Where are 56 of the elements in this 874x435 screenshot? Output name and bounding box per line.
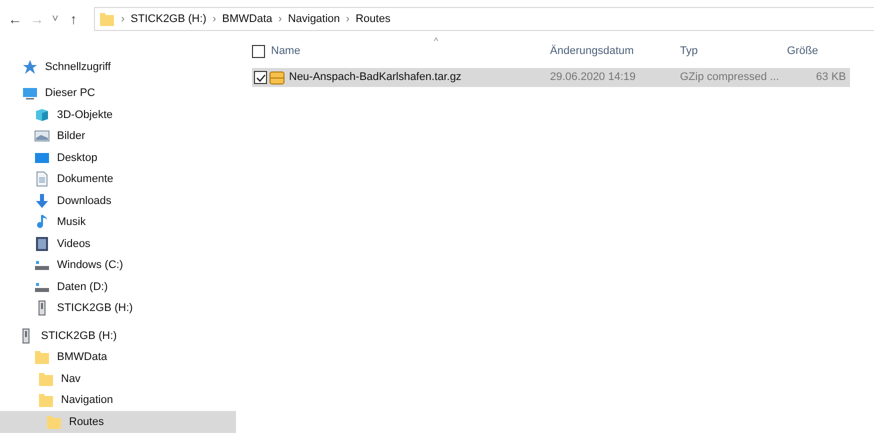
file-date: 29.06.2020 14:19 bbox=[550, 70, 637, 86]
nav-item[interactable]: Videos bbox=[0, 233, 236, 254]
nav-item[interactable]: Downloads bbox=[0, 190, 236, 212]
archive-icon bbox=[269, 70, 285, 86]
column-header[interactable]: Name bbox=[271, 42, 300, 60]
column-header[interactable]: Typ bbox=[680, 42, 787, 60]
nav-item[interactable]: Dokumente bbox=[0, 168, 236, 190]
nav-item[interactable]: STICK2GB (H:) bbox=[0, 298, 236, 319]
monitor-icon bbox=[22, 85, 38, 102]
star-icon bbox=[22, 58, 38, 75]
nav-item[interactable]: Bilder bbox=[0, 126, 236, 147]
document-icon bbox=[34, 171, 50, 188]
picture-icon bbox=[34, 128, 50, 144]
file-type: GZip compressed ... bbox=[680, 70, 780, 86]
nav-item[interactable]: Navigation bbox=[0, 390, 236, 411]
sort-arrow-icon: ^ bbox=[434, 34, 438, 48]
nav-item[interactable]: Dieser PC bbox=[0, 82, 236, 104]
back-button[interactable]: ← bbox=[8, 8, 30, 30]
breadcrumb-item[interactable]: Navigation bbox=[288, 10, 340, 28]
nav-item[interactable]: Daten (D:) bbox=[0, 276, 236, 298]
file-size: 63 KB bbox=[815, 70, 847, 86]
nav-item[interactable]: Schnellzugriff bbox=[0, 56, 236, 78]
breadcrumb-item[interactable]: Routes bbox=[356, 10, 390, 28]
checkmark-icon bbox=[256, 72, 266, 82]
address-bar[interactable]: › STICK2GB (H:) › BMWData › Navigation › Routes bbox=[94, 7, 874, 31]
nav-item[interactable]: Desktop bbox=[0, 147, 236, 168]
download-icon bbox=[34, 192, 50, 209]
file-name: Neu-Anspach-BadKarlshafen.tar.gz bbox=[289, 70, 462, 86]
folder-icon bbox=[38, 392, 54, 408]
music-note-icon bbox=[34, 214, 50, 230]
folder-icon bbox=[99, 11, 115, 27]
separator-icon: › bbox=[121, 10, 125, 28]
nav-item[interactable]: Windows (C:) bbox=[0, 254, 236, 276]
separator-icon: › bbox=[212, 10, 216, 28]
checkbox[interactable] bbox=[254, 71, 267, 84]
nav-item[interactable]: Musik bbox=[0, 212, 236, 233]
up-button[interactable]: ↑ bbox=[70, 8, 94, 30]
film-icon bbox=[34, 236, 50, 252]
nav-item[interactable]: BMWData bbox=[0, 346, 236, 368]
nav-item[interactable]: STICK2GB (H:) bbox=[0, 325, 236, 346]
file-row[interactable]: Neu-Anspach-BadKarlshafen.tar.gz 29.06.2020 14:19 GZip compressed ... 63 KB bbox=[252, 68, 850, 87]
folder-icon bbox=[46, 414, 62, 430]
folder-icon bbox=[34, 349, 50, 366]
breadcrumb-item[interactable]: STICK2GB (H:) bbox=[130, 10, 206, 28]
column-header[interactable]: Größe bbox=[787, 42, 818, 60]
cube-icon bbox=[34, 106, 50, 123]
nav-item[interactable]: Nav bbox=[0, 368, 236, 390]
breadcrumb-item[interactable]: BMWData bbox=[222, 10, 272, 28]
nav-item[interactable]: 3D-Objekte bbox=[0, 104, 236, 126]
separator-icon: › bbox=[346, 10, 350, 28]
separator-icon: › bbox=[278, 10, 282, 28]
checkbox[interactable] bbox=[252, 44, 265, 58]
recent-locations-button[interactable]: ˅ bbox=[52, 10, 70, 28]
nav-item[interactable]: Routes bbox=[0, 411, 236, 432]
column-header[interactable]: Änderungsdatum bbox=[550, 42, 680, 60]
folder-icon bbox=[38, 370, 54, 387]
